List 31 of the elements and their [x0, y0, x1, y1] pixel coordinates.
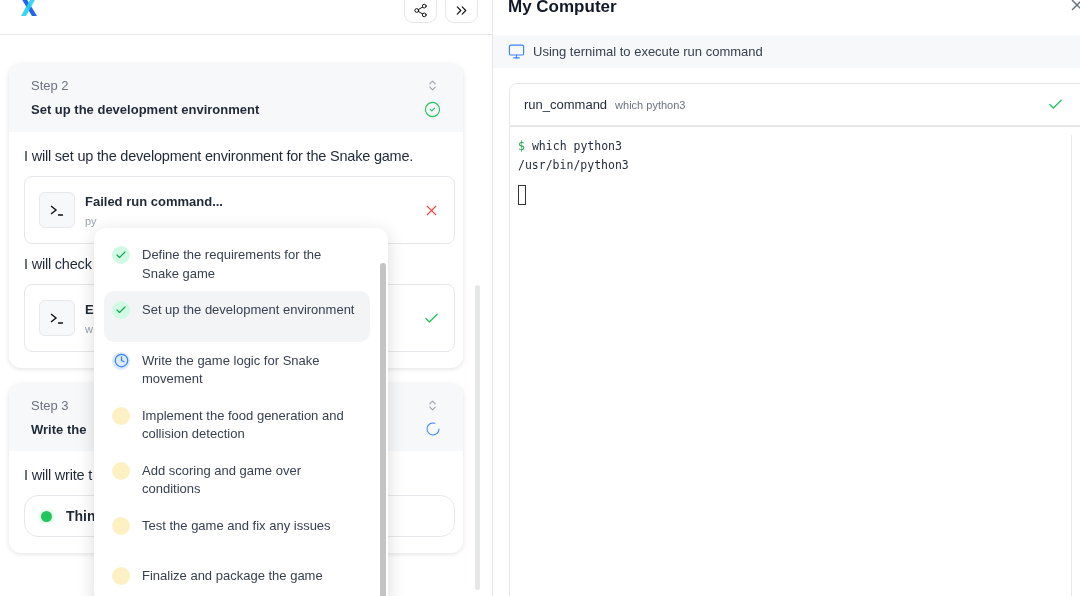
tool-argument: which python3: [615, 98, 687, 111]
monitor-icon: [508, 43, 525, 60]
terminal-icon: [39, 192, 75, 228]
message-text: I will check: [24, 256, 92, 272]
step-title: Write the: [31, 421, 87, 437]
message-text: I will write t: [24, 467, 93, 483]
scrollbar[interactable]: [380, 263, 386, 596]
step-title: Set up the development environment: [31, 102, 260, 117]
panel-title: My Computer: [508, 0, 618, 17]
command-title: Failed run command...: [85, 193, 223, 209]
expand-icon[interactable]: [426, 399, 439, 412]
logo-icon: [18, 0, 40, 18]
message-text: I will set up the development environment for the Snake game.: [24, 148, 414, 164]
plan-item[interactable]: Set up the development environment: [104, 291, 370, 342]
command-detail: py: [85, 214, 97, 227]
command-detail: w: [85, 322, 93, 335]
scrollbar[interactable]: [475, 285, 480, 590]
step-label: Step 2: [31, 78, 70, 93]
share-icon: [413, 3, 428, 18]
terminal-line: $ which python3: [518, 138, 623, 155]
command-title: E: [85, 301, 94, 317]
status-dot: [41, 510, 52, 522]
step-label: Step 3: [31, 398, 70, 413]
info-text: Using ternimal to execute run command: [533, 44, 763, 59]
terminal-icon: [39, 300, 75, 336]
step-header[interactable]: Step 2 Set up the development environment: [9, 64, 463, 132]
terminal-line: /usr/bin/python3: [518, 157, 630, 174]
tool-name: run_command: [524, 97, 608, 112]
expand-icon[interactable]: [426, 79, 439, 92]
thinking-text: Thin: [66, 508, 96, 524]
cursor: [518, 185, 526, 205]
